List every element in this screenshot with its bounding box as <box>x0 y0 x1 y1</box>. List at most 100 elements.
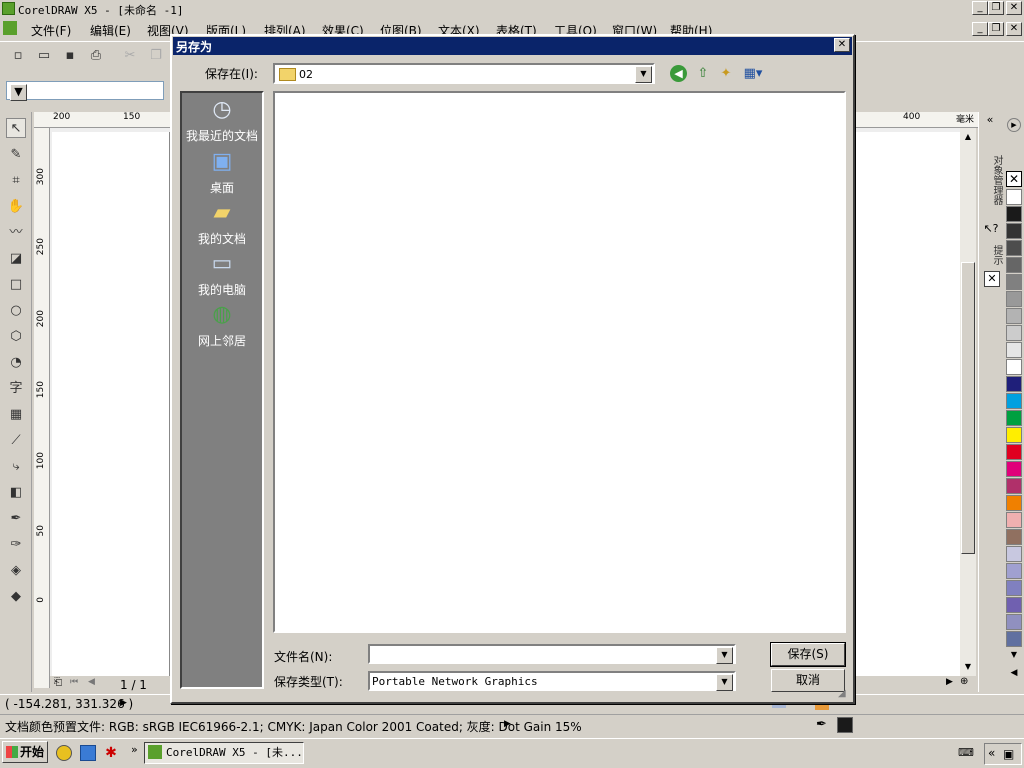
chevron-down-icon[interactable]: ▼ <box>716 674 733 691</box>
prev-page-icon[interactable]: ◀ <box>88 677 100 689</box>
table-tool-icon[interactable]: ▦ <box>6 405 26 425</box>
interactive-fill-icon[interactable]: ◆ <box>6 587 26 607</box>
ellipse-tool-icon[interactable]: ○ <box>6 301 26 321</box>
scroll-right-icon[interactable]: ▶ <box>946 677 958 689</box>
save-button[interactable]: 保存(S) <box>770 642 846 667</box>
view-menu-icon[interactable]: ▦▾ <box>741 65 765 83</box>
color-swatch[interactable] <box>1006 597 1022 613</box>
doc-close-button[interactable]: ✕ <box>1006 22 1022 36</box>
open-icon[interactable]: ▭ <box>35 47 53 65</box>
zoom-navigator-icon[interactable]: ⊕ <box>960 676 976 690</box>
network-icon[interactable]: ▣ <box>1003 747 1014 761</box>
menu-edit[interactable]: 编辑(E) <box>90 22 131 39</box>
first-page-icon[interactable]: ⏮ <box>70 677 82 689</box>
crop-tool-icon[interactable]: ⌗ <box>6 171 26 191</box>
text-tool-icon[interactable]: 字 <box>6 379 26 399</box>
color-profile-expand-icon[interactable]: ▶ <box>504 719 511 729</box>
chevron-down-icon[interactable]: ▼ <box>635 66 652 83</box>
color-swatch[interactable] <box>1006 376 1022 392</box>
keyboard-icon[interactable]: ⌨ <box>958 746 974 760</box>
status-expand-icon[interactable]: ▶ <box>120 698 127 708</box>
print-icon[interactable]: ⎙ <box>87 47 105 65</box>
double-chevron-left-icon[interactable]: « <box>981 113 999 127</box>
new-icon[interactable]: ▫ <box>9 47 27 65</box>
add-page-icon[interactable]: ⎗ <box>54 677 66 689</box>
outline-tool-icon[interactable]: ✑ <box>6 535 26 555</box>
shape-tool-icon[interactable]: ✎ <box>6 145 26 165</box>
menu-file[interactable]: 文件(F) <box>31 22 71 39</box>
doc-minimize-button[interactable]: _ <box>972 22 988 36</box>
place-recent[interactable]: ◷ 我最近的文档 <box>181 95 263 144</box>
color-swatch[interactable] <box>1006 461 1022 477</box>
chevron-down-icon[interactable]: ▼ <box>10 84 27 101</box>
color-swatch[interactable] <box>1006 291 1022 307</box>
cut-icon[interactable]: ✂ <box>121 47 139 65</box>
scroll-down-icon[interactable]: ▼ <box>961 660 975 674</box>
color-swatch[interactable] <box>1006 308 1022 324</box>
color-swatch[interactable] <box>1006 274 1022 290</box>
start-button[interactable]: 开始 <box>2 741 48 763</box>
color-swatch[interactable] <box>1006 512 1022 528</box>
palette-scroll-up-icon[interactable]: ▶ <box>1007 118 1021 132</box>
chrome-icon[interactable] <box>56 745 72 761</box>
scrollbar-thumb[interactable] <box>961 262 975 554</box>
place-my-computer[interactable]: ▭ 我的电脑 <box>181 249 263 298</box>
color-swatch[interactable] <box>1006 240 1022 256</box>
smart-fill-icon[interactable]: ◪ <box>6 249 26 269</box>
taskbar-item-coreldraw[interactable]: CorelDRAW X5 - [未... <box>144 742 304 764</box>
close-docker-icon[interactable]: ✕ <box>984 271 1000 287</box>
save-icon[interactable]: ▪ <box>61 47 79 65</box>
tab-object-manager[interactable]: 对象管理器 <box>982 140 1002 220</box>
app-shortcut-icon[interactable]: ✱ <box>103 745 119 761</box>
quick-launch-more-icon[interactable]: » <box>131 743 138 756</box>
dimension-tool-icon[interactable]: ⟋ <box>6 431 26 451</box>
vertical-ruler[interactable] <box>34 128 50 688</box>
color-swatch[interactable] <box>1006 546 1022 562</box>
color-swatch[interactable] <box>1006 223 1022 239</box>
color-swatch[interactable] <box>1006 359 1022 375</box>
color-swatch[interactable] <box>1006 257 1022 273</box>
color-swatch[interactable] <box>1006 342 1022 358</box>
color-swatch[interactable] <box>1006 563 1022 579</box>
color-swatch[interactable] <box>1006 393 1022 409</box>
color-swatch[interactable] <box>1006 410 1022 426</box>
file-type-select[interactable]: Portable Network Graphics ▼ <box>368 671 736 691</box>
drawing-page[interactable] <box>52 132 170 676</box>
drawing-page-right[interactable] <box>856 132 962 676</box>
resize-grip-icon[interactable]: ◢ <box>838 688 850 700</box>
place-my-documents[interactable]: ▰ 我的文档 <box>181 198 263 247</box>
palette-expand-icon[interactable]: ◀ <box>1007 668 1021 680</box>
copy-icon[interactable]: ❐ <box>147 47 165 65</box>
tray-expand-icon[interactable]: « <box>988 746 995 760</box>
back-icon[interactable]: ◀ <box>670 65 687 82</box>
color-swatch[interactable] <box>1006 444 1022 460</box>
freehand-tool-icon[interactable]: 〰 <box>6 223 26 243</box>
color-swatch[interactable] <box>1006 206 1022 222</box>
basic-shapes-icon[interactable]: ◔ <box>6 353 26 373</box>
color-swatch[interactable] <box>1006 631 1022 647</box>
fill-tool-icon[interactable]: ◈ <box>6 561 26 581</box>
palette-scroll-down-icon[interactable]: ▼ <box>1007 650 1021 662</box>
cancel-button[interactable]: 取消 <box>771 669 845 692</box>
polygon-tool-icon[interactable]: ⬡ <box>6 327 26 347</box>
save-in-dropdown[interactable]: 02 ▼ <box>273 63 655 84</box>
color-swatch[interactable] <box>1006 325 1022 341</box>
place-network[interactable]: ◍ 网上邻居 <box>181 300 263 349</box>
minimize-button[interactable]: _ <box>972 1 988 15</box>
eyedropper-tool-icon[interactable]: ✒ <box>6 509 26 529</box>
rectangle-tool-icon[interactable]: □ <box>6 275 26 295</box>
color-swatch[interactable] <box>1006 580 1022 596</box>
pan-tool-icon[interactable]: ✋ <box>6 197 26 217</box>
new-folder-icon[interactable]: ✦ <box>717 65 735 83</box>
chevron-down-icon[interactable]: ▼ <box>716 647 733 664</box>
color-swatch[interactable] <box>1006 529 1022 545</box>
color-swatch[interactable] <box>1006 495 1022 511</box>
up-folder-icon[interactable]: ⇧ <box>694 65 712 83</box>
restore-button[interactable]: ❐ <box>988 1 1004 15</box>
outline-color-swatch[interactable] <box>837 717 853 733</box>
connector-tool-icon[interactable]: ⤷ <box>6 457 26 477</box>
doc-restore-button[interactable]: ❐ <box>988 22 1004 36</box>
color-swatch[interactable] <box>1006 427 1022 443</box>
page-size-dropdown[interactable]: A4 ▼ <box>6 81 164 101</box>
file-name-input[interactable]: ▼ <box>368 644 736 664</box>
